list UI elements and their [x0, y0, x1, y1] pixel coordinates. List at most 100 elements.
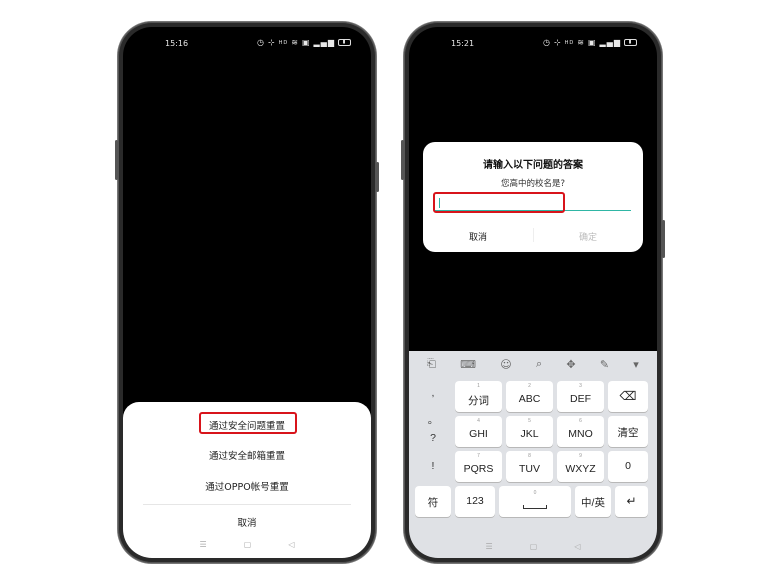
clear-label: 清空: [617, 427, 639, 439]
signal-icon: ▂▄▆: [313, 38, 335, 47]
right-phone: 15:21 ◷ ⊹ HD ≋ ▣ ▂▄▆ ▮ 请输入以下问题的答案 您高中的校名…: [401, 22, 665, 563]
navigation-bar: ☰ ▢ ◁: [123, 540, 371, 552]
key-4[interactable]: 4 GHI: [455, 416, 502, 447]
symbol-key-label: 符: [427, 497, 439, 509]
key-6[interactable]: 6 MNO: [557, 416, 604, 447]
alarm-icon: ◷: [256, 38, 265, 47]
key-label: MNO: [568, 428, 593, 440]
key-label: JKL: [520, 428, 539, 440]
option-security-email[interactable]: 通过安全邮箱重置: [123, 448, 371, 462]
confirm-button[interactable]: 确定: [533, 230, 643, 243]
home-icon[interactable]: ▢: [244, 540, 252, 552]
nfc-icon: ⊹: [267, 38, 276, 47]
enter-key[interactable]: ↵: [615, 486, 648, 517]
enter-icon: ↵: [626, 494, 637, 508]
navigation-bar: ☰ ▢ ◁: [409, 542, 657, 554]
cursor-move-icon[interactable]: ✥: [566, 358, 575, 371]
key-0[interactable]: 0: [608, 451, 648, 482]
right-screen: 15:21 ◷ ⊹ HD ≋ ▣ ▂▄▆ ▮ 请输入以下问题的答案 您高中的校名…: [409, 27, 657, 558]
volume-button: [115, 140, 118, 180]
symbol-period[interactable]: 。: [415, 412, 451, 427]
wifi-icon: ≋: [577, 38, 585, 47]
space-key-number: 0: [533, 490, 537, 496]
clear-key[interactable]: 清空: [608, 416, 648, 447]
home-icon[interactable]: ▢: [530, 542, 538, 554]
key-label: 分词: [468, 395, 489, 407]
option-security-question[interactable]: 通过安全问题重置: [123, 418, 371, 432]
key-number: 6: [579, 418, 582, 424]
number-switch-key[interactable]: 123: [455, 486, 495, 517]
alarm-icon: ◷: [542, 38, 551, 47]
backspace-key[interactable]: ⌫: [608, 381, 648, 412]
back-icon[interactable]: ◁: [288, 540, 294, 552]
reset-options-sheet: 通过安全问题重置 通过安全邮箱重置 通过OPPO帐号重置 取消 ☰ ▢ ◁: [123, 402, 371, 558]
left-screen: 15:16 ◷ ⊹ HD ≋ ▣ ▂▄▆ ▮ 通过安全问题重置 通过安全邮箱重置…: [123, 27, 371, 558]
language-switch-key[interactable]: 中/英: [575, 486, 611, 517]
symbol-key[interactable]: 符: [415, 486, 451, 517]
key-3[interactable]: 3 DEF: [557, 381, 604, 412]
key-number: 4: [477, 418, 480, 424]
space-key[interactable]: 0: [499, 486, 571, 517]
volume-button: [401, 140, 404, 180]
status-time: 15:16: [165, 39, 189, 48]
search-icon[interactable]: ⌕: [536, 357, 542, 371]
sim-icon: ▣: [301, 38, 311, 47]
key-1[interactable]: 1 分词: [455, 381, 502, 412]
menu-icon[interactable]: ☰: [200, 540, 207, 552]
key-number: 8: [528, 453, 531, 459]
nfc-icon: ⊹: [553, 38, 562, 47]
t9-keyboard: ⎗ ⌨ ☺ ⌕ ✥ ✎ ▾ , 。 ? ! 1 分词 2 ABC 3 DEF ⌫…: [409, 351, 657, 558]
battery-icon: ▮: [624, 39, 637, 46]
symbol-exclaim[interactable]: !: [415, 460, 451, 472]
language-switch-label: 中/英: [581, 497, 605, 509]
status-icons: ◷ ⊹ HD ≋ ▣ ▂▄▆ ▮: [543, 38, 637, 47]
key-9[interactable]: 9 WXYZ: [557, 451, 604, 482]
highlight-box: [433, 192, 565, 213]
key-number: 3: [579, 383, 582, 389]
key-number: 7: [477, 453, 480, 459]
key-5[interactable]: 5 JKL: [506, 416, 553, 447]
keyboard-toolbar: ⎗ ⌨ ☺ ⌕ ✥ ✎ ▾: [409, 351, 657, 377]
security-question-dialog: 请输入以下问题的答案 您高中的校名是? 取消 确定: [423, 142, 643, 252]
left-phone: 15:16 ◷ ⊹ HD ≋ ▣ ▂▄▆ ▮ 通过安全问题重置 通过安全邮箱重置…: [115, 22, 379, 563]
symbol-question[interactable]: ?: [415, 432, 451, 444]
key-number: 1: [477, 383, 480, 389]
cancel-button[interactable]: 取消: [423, 230, 533, 243]
menu-icon[interactable]: ☰: [486, 542, 493, 554]
signal-icon: ▂▄▆: [599, 38, 621, 47]
security-question: 您高中的校名是?: [500, 179, 565, 189]
status-bar: 15:16 ◷ ⊹ HD ≋ ▣ ▂▄▆ ▮: [123, 37, 371, 51]
key-number: 5: [528, 418, 531, 424]
backspace-icon: ⌫: [619, 389, 637, 403]
battery-icon: ▮: [338, 39, 351, 46]
hd-icon: HD: [564, 39, 575, 46]
key-label: GHI: [469, 428, 488, 440]
symbol-list[interactable]: , 。 ? !: [415, 381, 451, 483]
symbol-comma[interactable]: ,: [415, 387, 451, 399]
key-label: TUV: [519, 463, 540, 475]
key-2[interactable]: 2 ABC: [506, 381, 553, 412]
status-icons: ◷ ⊹ HD ≋ ▣ ▂▄▆ ▮: [257, 38, 351, 47]
clipboard-icon[interactable]: ⎗: [427, 357, 436, 371]
hd-icon: HD: [278, 39, 289, 46]
cancel-button[interactable]: 取消: [123, 515, 371, 529]
status-bar: 15:21 ◷ ⊹ HD ≋ ▣ ▂▄▆ ▮: [409, 37, 657, 51]
number-switch-label: 123: [466, 495, 484, 507]
collapse-icon[interactable]: ▾: [633, 358, 639, 371]
key-label: ABC: [518, 393, 541, 405]
back-icon[interactable]: ◁: [574, 542, 580, 554]
handwriting-icon[interactable]: ✎: [600, 358, 609, 371]
key-8[interactable]: 8 TUV: [506, 451, 553, 482]
power-button: [662, 220, 665, 258]
power-button: [376, 162, 379, 192]
emoji-icon[interactable]: ☺: [500, 358, 511, 371]
key-label: DEF: [570, 393, 591, 405]
space-bar-icon: [523, 505, 547, 509]
key-label: PQRS: [463, 463, 494, 475]
option-oppo-account[interactable]: 通过OPPO帐号重置: [123, 479, 371, 493]
key-label: WXYZ: [565, 463, 596, 475]
keyboard-icon[interactable]: ⌨: [460, 358, 476, 371]
key-7[interactable]: 7 PQRS: [455, 451, 502, 482]
sim-icon: ▣: [587, 38, 597, 47]
dialog-title: 请输入以下问题的答案: [483, 160, 583, 171]
